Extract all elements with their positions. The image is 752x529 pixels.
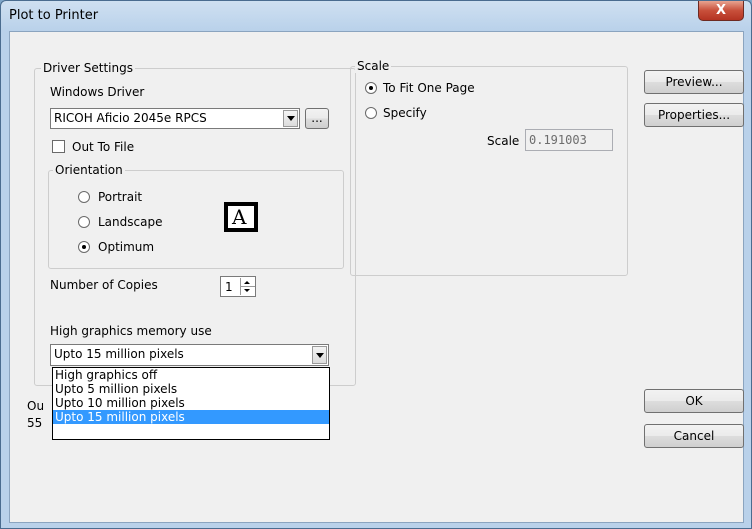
dialog-body: Driver Settings Windows Driver RICOH Afi… bbox=[9, 31, 744, 523]
plot-to-printer-dialog: Plot to Printer X Driver Settings Window… bbox=[0, 0, 752, 529]
orientation-title: Orientation bbox=[53, 163, 125, 177]
chevron-down-icon[interactable] bbox=[312, 346, 327, 364]
fit-one-page-label: To Fit One Page bbox=[383, 81, 475, 95]
landscape-label: Landscape bbox=[98, 215, 163, 229]
portrait-radio[interactable] bbox=[78, 191, 90, 203]
page-letter-glyph: A bbox=[232, 205, 247, 229]
close-button[interactable]: X bbox=[698, 1, 744, 21]
orientation-group: Orientation bbox=[48, 163, 344, 269]
obscured-label-1: Ou bbox=[27, 399, 45, 413]
printer-select[interactable]: RICOH Aficio 2045e RPCS bbox=[50, 108, 300, 129]
title-bar[interactable]: Plot to Printer X bbox=[1, 1, 751, 31]
scale-title: Scale bbox=[355, 59, 392, 73]
fit-one-page-radio[interactable] bbox=[365, 82, 377, 94]
number-of-copies-label: Number of Copies bbox=[50, 278, 158, 292]
chevron-down-icon[interactable] bbox=[283, 110, 298, 127]
close-icon: X bbox=[715, 3, 727, 18]
dropdown-option[interactable]: Upto 10 million pixels bbox=[53, 396, 329, 410]
landscape-radio[interactable] bbox=[78, 216, 90, 228]
scale-input[interactable]: 0.191003 bbox=[525, 129, 613, 151]
optimum-radio[interactable] bbox=[78, 241, 90, 253]
graphics-memory-select[interactable]: Upto 15 million pixels bbox=[50, 344, 329, 366]
ok-button[interactable]: OK bbox=[644, 389, 744, 413]
windows-driver-label: Windows Driver bbox=[50, 85, 145, 99]
orientation-preview-icon: A bbox=[224, 202, 258, 232]
scale-label: Scale bbox=[487, 134, 520, 148]
specify-label: Specify bbox=[383, 106, 427, 120]
out-to-file-label: Out To File bbox=[72, 140, 135, 154]
out-to-file-checkbox[interactable] bbox=[52, 140, 65, 153]
specify-radio[interactable] bbox=[365, 107, 377, 119]
scale-group: Scale bbox=[350, 59, 628, 276]
copies-value: 1 bbox=[225, 280, 233, 294]
dropdown-option[interactable]: Upto 5 million pixels bbox=[53, 382, 329, 396]
cancel-button[interactable]: Cancel bbox=[644, 424, 744, 448]
optimum-label: Optimum bbox=[98, 240, 155, 254]
copies-spinner[interactable]: 1 bbox=[220, 276, 256, 297]
spin-arrows-icon[interactable] bbox=[240, 278, 255, 295]
dropdown-option-selected[interactable]: Upto 15 million pixels bbox=[53, 410, 329, 424]
graphics-memory-value: Upto 15 million pixels bbox=[54, 347, 184, 361]
preview-button[interactable]: Preview... bbox=[644, 70, 744, 94]
graphics-memory-label: High graphics memory use bbox=[50, 324, 212, 338]
printer-select-value: RICOH Aficio 2045e RPCS bbox=[54, 111, 207, 125]
obscured-label-2: 55 bbox=[27, 416, 43, 430]
browse-button[interactable]: ... bbox=[305, 108, 329, 129]
window-title: Plot to Printer bbox=[9, 8, 99, 23]
properties-button[interactable]: Properties... bbox=[644, 103, 744, 127]
dropdown-option[interactable]: High graphics off bbox=[53, 368, 329, 382]
graphics-memory-dropdown[interactable]: High graphics off Upto 5 million pixels … bbox=[52, 367, 330, 440]
portrait-label: Portrait bbox=[98, 190, 143, 204]
driver-settings-title: Driver Settings bbox=[41, 61, 135, 75]
